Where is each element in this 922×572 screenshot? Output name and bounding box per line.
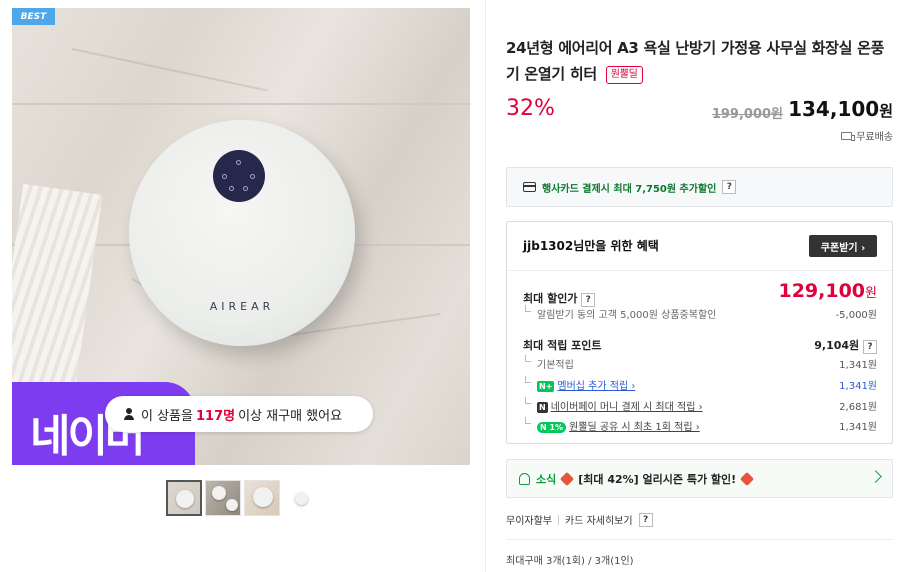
points-help-icon[interactable]: ?: [863, 340, 877, 354]
divider: [507, 270, 892, 271]
display-icon: [250, 174, 255, 179]
heater-display: [213, 150, 265, 202]
max-discount-price: 129,100원: [778, 280, 877, 302]
point-row-value: 1,341원: [839, 422, 877, 433]
news-text: [최대 42%] 얼리시즌 특가 할인!: [578, 472, 737, 486]
news-banner[interactable]: 소식 [최대 42%] 얼리시즌 특가 할인!: [506, 459, 893, 498]
share-point-badge: N 1%: [537, 422, 567, 433]
sale-price: 134,100원: [788, 97, 893, 121]
discount-rate: 32%: [506, 96, 555, 121]
divider: [506, 539, 893, 540]
payment-links: 무이자할부 카드 자세히보기 ?: [506, 512, 653, 527]
marble-texture: [71, 48, 268, 92]
repurchase-post: 이상 재구매 했어요: [238, 408, 343, 424]
point-row-label-wrap: N 네이버페이 머니 결제 시 최대 적립 ›: [523, 398, 703, 413]
thumbnail-2[interactable]: [205, 480, 241, 516]
sale-price-currency: 원: [879, 102, 893, 120]
points-value: 9,104원: [814, 339, 860, 352]
card-detail-link[interactable]: 카드 자세히보기: [565, 512, 633, 527]
repurchase-pre: 이 상품을: [141, 408, 193, 424]
max-discount-currency: 원: [865, 286, 877, 301]
point-row-label-wrap: N+ 멤버십 추가 적립 ›: [523, 377, 635, 392]
max-discount-label: 최대 할인가: [523, 292, 578, 305]
best-badge: BEST: [12, 8, 55, 25]
benefit-box: jjb1302님만을 위한 혜택 쿠폰받기 › 최대 할인가 ? 129,100…: [506, 221, 893, 444]
share-link[interactable]: 원뿔딜 공유 시 최초 1회 적립 ›: [569, 422, 700, 433]
display-icon: [229, 186, 234, 191]
repurchase-notice: 이 상품을 117명 이상 재구매 했어요: [105, 396, 373, 432]
gift-icon: [740, 471, 755, 486]
shipping-label: 무료배송: [856, 132, 893, 143]
naver-pay-badge: N: [537, 402, 548, 413]
naver-plus-badge: N+: [537, 381, 555, 392]
point-row-value: 2,681원: [839, 402, 877, 413]
device-brand-label: AIREAR: [209, 300, 275, 313]
product-title-block: 24년형 에어리어 A3 욕실 난방기 가정용 사무실 화장실 온풍기 온열기 …: [506, 35, 893, 87]
ontime-deal-badge: 원뿔딜: [605, 66, 643, 84]
credit-card-icon: [523, 182, 536, 192]
divider: [558, 514, 559, 525]
truck-icon: [841, 131, 856, 141]
membership-link[interactable]: 멤버십 추가 적립 ›: [557, 381, 635, 392]
point-row-value: 1,341원: [839, 360, 877, 371]
max-discount-price-value: 129,100: [778, 280, 866, 302]
product-title: 24년형 에어리어 A3 욕실 난방기 가정용 사무실 화장실 온풍기 온열기 …: [506, 39, 885, 83]
display-icon: [243, 186, 248, 191]
installment-link[interactable]: 무이자할부: [506, 512, 552, 527]
thumbnail-3[interactable]: [244, 480, 280, 516]
alarm-discount-value: -5,000원: [835, 310, 877, 321]
point-row-label: 기본적립: [537, 360, 574, 371]
card-discount-box[interactable]: 행사카드 결제시 최대 7,750원 추가할인 ?: [506, 167, 893, 207]
chevron-right-icon: [869, 470, 882, 483]
original-price: 199,000원: [711, 107, 783, 122]
coupon-button[interactable]: 쿠폰받기 ›: [809, 235, 877, 257]
payment-help-icon[interactable]: ?: [638, 512, 653, 527]
repurchase-count: 117명: [195, 408, 236, 424]
points-label: 최대 적립 포인트: [523, 339, 602, 352]
point-row-value: 1,341원: [839, 381, 877, 392]
thumbnail-4[interactable]: [283, 480, 319, 516]
points-value-wrap: 9,104원 ?: [814, 337, 877, 354]
display-icon: [222, 174, 227, 179]
shipping-info: 무료배송: [841, 128, 893, 143]
display-icon: [236, 160, 241, 165]
naverpay-link[interactable]: 네이버페이 머니 결제 시 최대 적립 ›: [551, 402, 703, 413]
card-discount-text: 행사카드 결제시 최대 7,750원 추가할인: [542, 183, 717, 195]
purchase-limit: 최대구매 3개(1회) / 3개(1인): [506, 556, 634, 567]
person-icon: [123, 408, 135, 420]
benefit-heading: jjb1302님만을 위한 혜택: [523, 239, 659, 253]
max-discount-label-wrap: 최대 할인가 ?: [523, 290, 596, 307]
thumbnail-1[interactable]: [166, 480, 202, 516]
news-label: 소식: [536, 472, 557, 486]
max-discount-help-icon[interactable]: ?: [581, 293, 596, 307]
card-help-icon[interactable]: ?: [722, 180, 737, 194]
product-gallery: BEST AIREAR 네이버 이 상품을 117명 이상 재구매 했어요: [0, 0, 486, 572]
sale-price-value: 134,100: [788, 97, 880, 121]
bell-icon: [519, 472, 530, 485]
point-row-label-wrap: N 1% 원뿔딜 공유 시 최초 1회 적립 ›: [523, 418, 700, 433]
alarm-discount-label: 알림받기 동의 고객 5,000원 상품중복할인: [537, 310, 717, 321]
heater-device: AIREAR: [129, 120, 355, 346]
heater-grille: [179, 315, 303, 337]
thumbnail-strip: [166, 480, 319, 516]
gift-icon: [560, 471, 575, 486]
